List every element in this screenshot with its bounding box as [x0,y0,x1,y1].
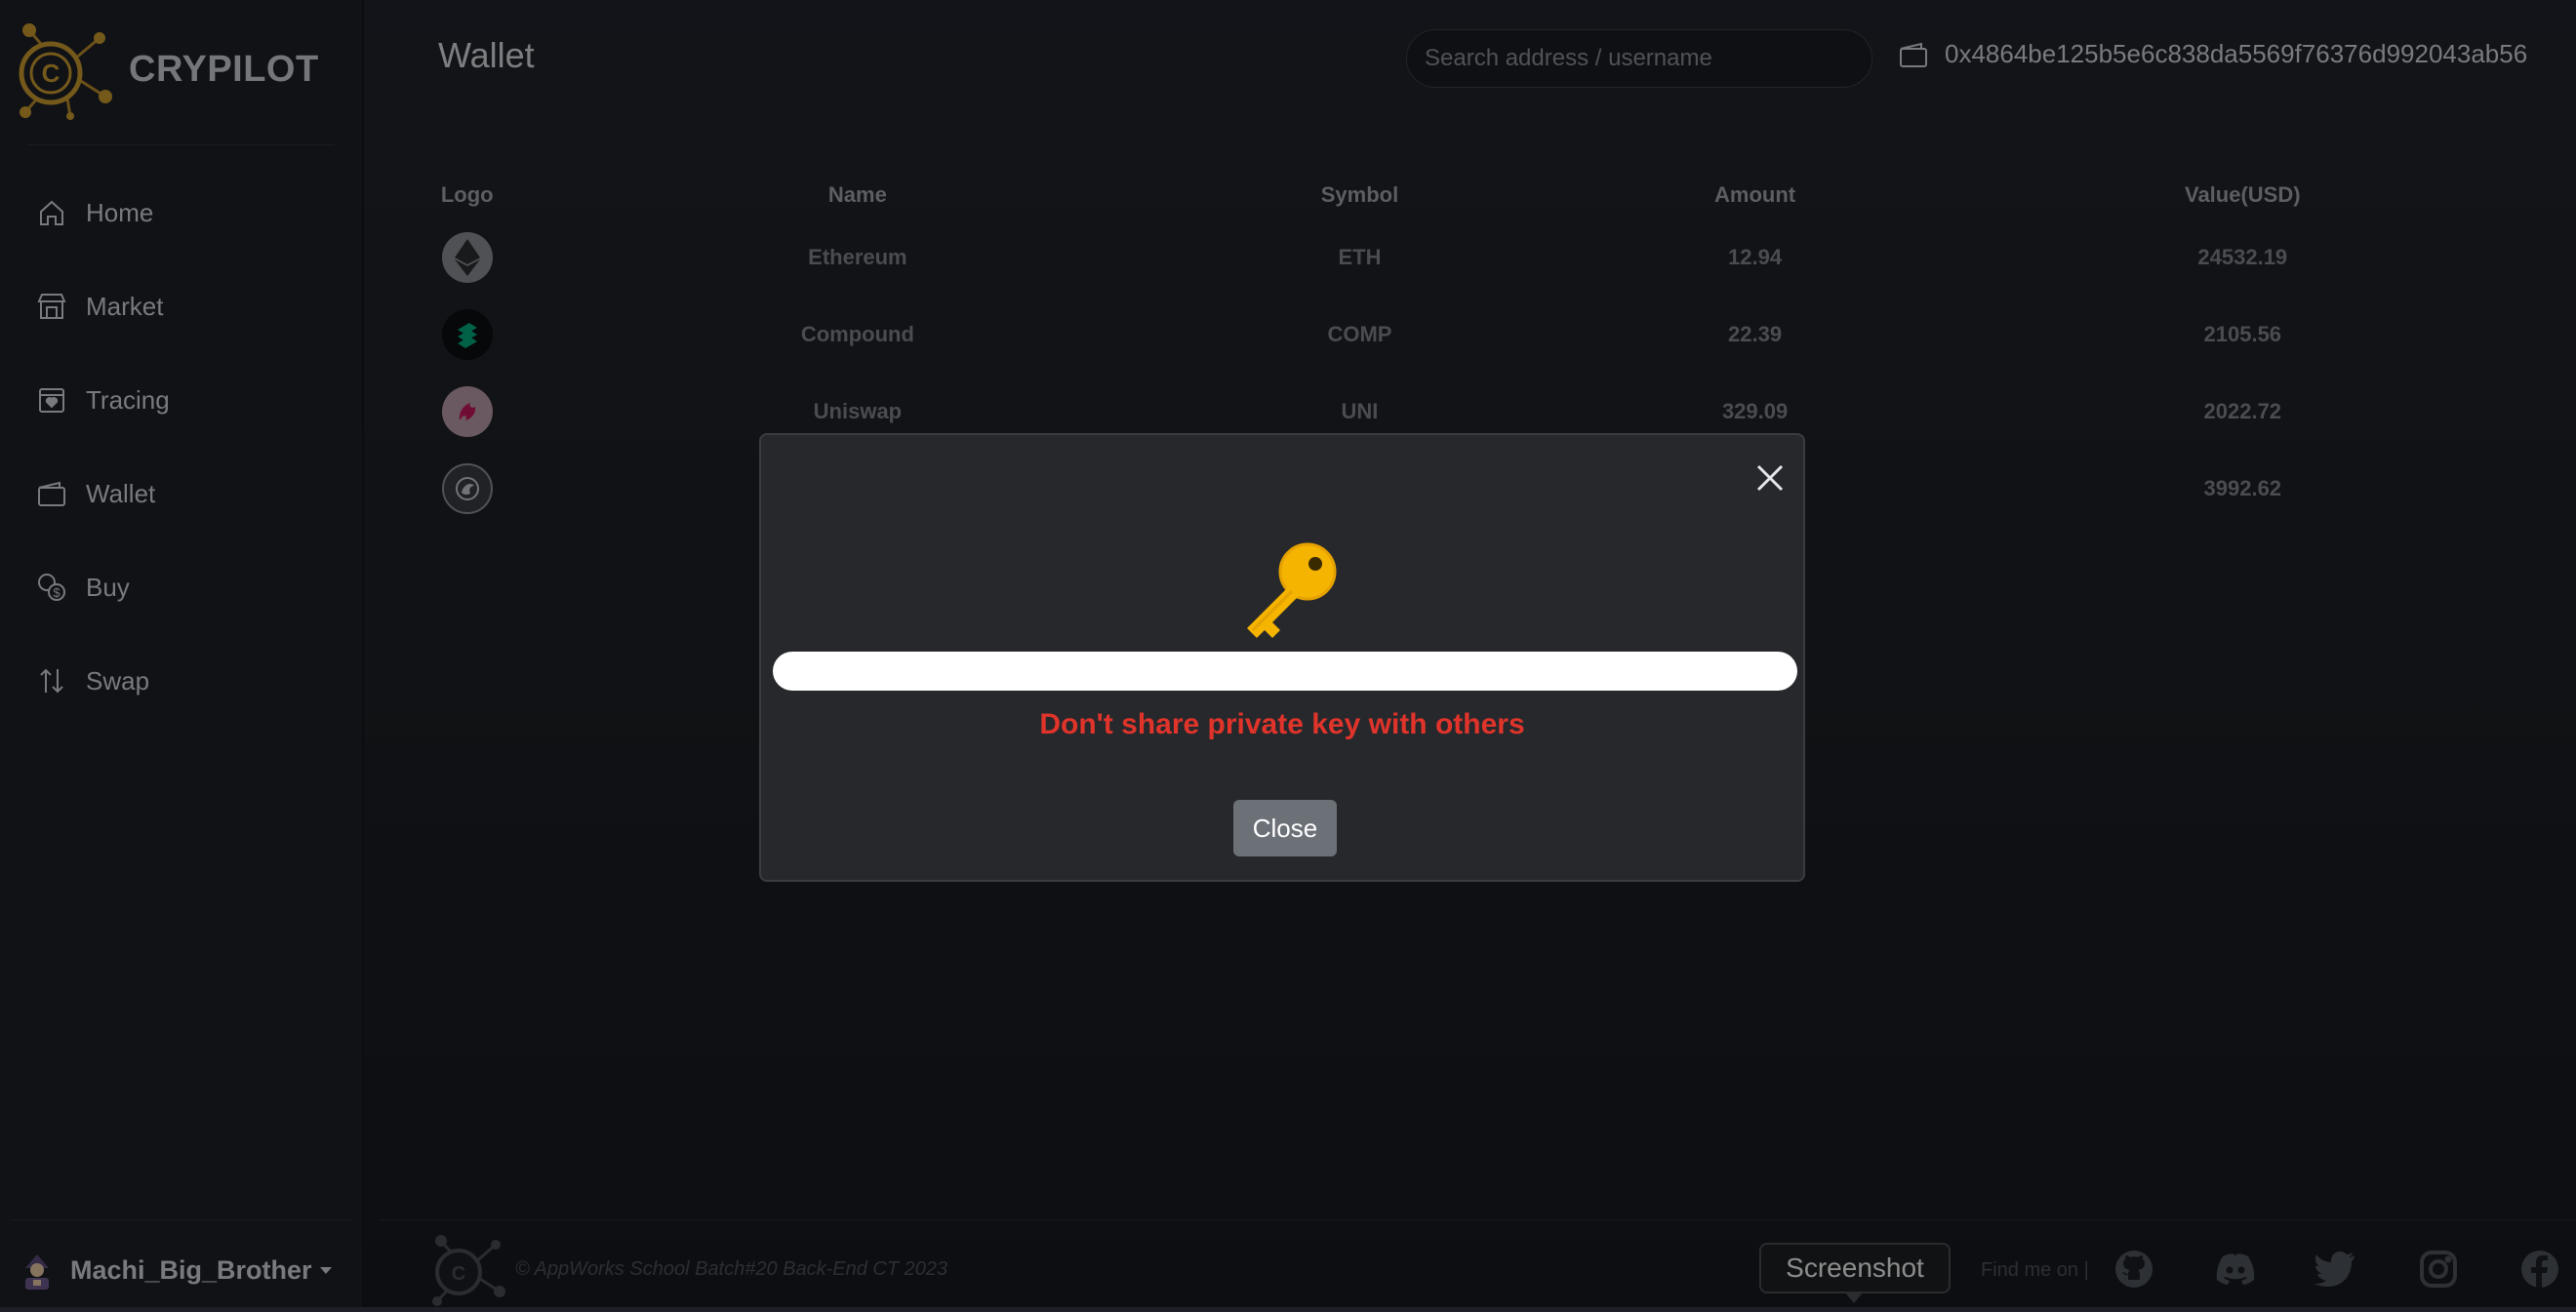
private-key-warning: Don't share private key with others [1039,708,1525,740]
private-key-modal: Don't share private key with others Clos… [759,433,1805,882]
close-button[interactable]: Close [1233,800,1337,856]
private-key-redacted [773,652,1797,691]
key-icon [1229,533,1347,650]
close-icon[interactable] [1751,458,1790,497]
